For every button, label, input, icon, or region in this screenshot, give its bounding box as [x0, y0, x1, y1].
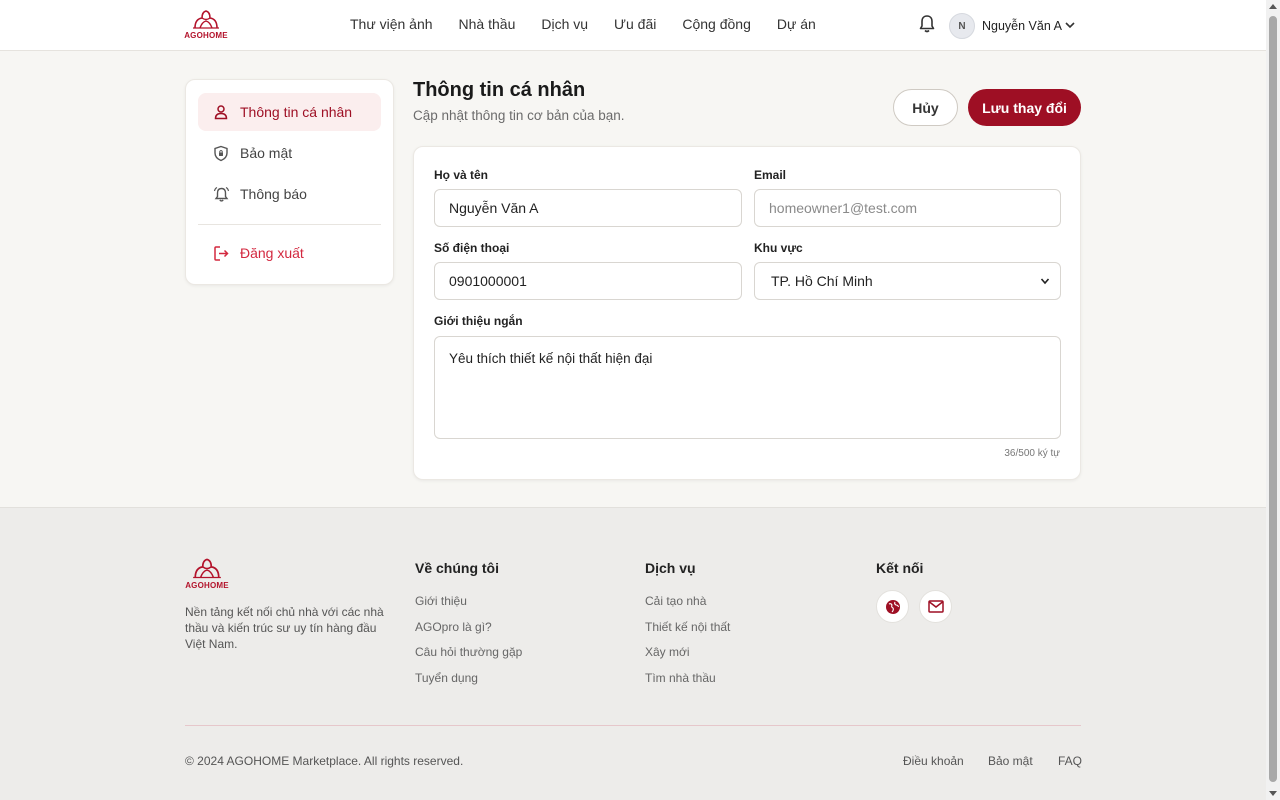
bell-icon [212, 185, 230, 203]
sidebar-item-security[interactable]: Bảo mật [198, 134, 381, 172]
footer-connect-title: Kết nối [876, 560, 924, 576]
chevron-down-icon [1040, 278, 1050, 285]
nav-item-contractors[interactable]: Nhà thầu [459, 16, 516, 32]
footer-link-find-contractor[interactable]: Tìm nhà thầu [645, 671, 716, 685]
sidebar-item-label: Thông báo [240, 186, 307, 202]
notification-bell-icon[interactable] [918, 14, 936, 34]
globe-icon [885, 599, 900, 614]
nav-item-community[interactable]: Cộng đồng [682, 16, 751, 32]
brand-logo[interactable]: AGOHOME [184, 10, 228, 42]
nav-item-deals[interactable]: Ưu đãi [614, 16, 656, 32]
sidebar-item-logout[interactable]: Đăng xuất [198, 234, 381, 272]
footer-brand-name: AGOHOME [185, 581, 229, 590]
footer-link-interior[interactable]: Thiết kế nội thất [645, 620, 730, 634]
scrollbar-thumb[interactable] [1269, 16, 1277, 782]
user-icon [212, 103, 230, 121]
page-subtitle: Cập nhật thông tin cơ bản của bạn. [413, 108, 625, 123]
footer-services-title: Dịch vụ [645, 560, 696, 576]
scroll-down-icon[interactable] [1269, 791, 1277, 796]
sidebar-divider [198, 224, 381, 225]
user-name[interactable]: Nguyễn Văn A [982, 19, 1062, 33]
shield-icon [212, 144, 230, 162]
bio-char-counter: 36/500 ký tự [1004, 448, 1060, 459]
nav-item-projects[interactable]: Dự án [777, 16, 816, 32]
page-title: Thông tin cá nhân [413, 79, 586, 101]
footer-description: Nền tảng kết nối chủ nhà với các nhà thầ… [185, 605, 384, 651]
site-footer: AGOHOME Nền tảng kết nối chủ nhà với các… [0, 507, 1266, 800]
main-nav: Thư viện ảnh Nhà thầu Dịch vụ Ưu đãi Cộn… [350, 16, 842, 32]
save-button[interactable]: Lưu thay đổi [968, 89, 1081, 126]
sidebar-item-profile[interactable]: Thông tin cá nhân [198, 93, 381, 131]
chevron-down-icon[interactable] [1064, 19, 1076, 31]
top-header: AGOHOME Thư viện ảnh Nhà thầu Dịch vụ Ưu… [0, 0, 1266, 51]
nav-item-gallery[interactable]: Thư viện ảnh [350, 16, 433, 32]
cancel-button[interactable]: Hủy [893, 89, 958, 126]
footer-about-title: Về chúng tôi [415, 560, 499, 576]
phone-input[interactable]: 0901000001 [434, 262, 742, 300]
region-label: Khu vực [754, 241, 803, 255]
bio-label: Giới thiệu ngắn [434, 314, 523, 328]
footer-link-faq-bottom[interactable]: FAQ [1058, 754, 1082, 768]
region-selected-value: TP. Hồ Chí Minh [771, 273, 873, 289]
page: AGOHOME Thư viện ảnh Nhà thầu Dịch vụ Ưu… [0, 0, 1266, 800]
footer-link-faq[interactable]: Câu hỏi thường gặp [415, 645, 522, 659]
email-contact-button[interactable] [919, 590, 952, 623]
footer-logo[interactable]: AGOHOME [185, 558, 229, 592]
agohome-logo-icon [193, 10, 219, 29]
footer-divider [185, 725, 1081, 726]
region-select[interactable]: TP. Hồ Chí Minh [754, 262, 1061, 300]
fullname-label: Họ và tên [434, 168, 489, 182]
footer-link-careers[interactable]: Tuyển dụng [415, 671, 478, 685]
footer-link-privacy[interactable]: Bảo mật [988, 754, 1033, 768]
email-label: Email [754, 168, 787, 182]
footer-link-new-build[interactable]: Xây mới [645, 645, 690, 659]
mail-icon [927, 600, 944, 613]
footer-link-terms[interactable]: Điều khoản [903, 754, 964, 768]
user-avatar[interactable]: N [949, 13, 975, 39]
sidebar-item-label: Đăng xuất [240, 245, 304, 261]
website-button[interactable] [876, 590, 909, 623]
copyright-text: © 2024 AGOHOME Marketplace. All rights r… [185, 754, 464, 768]
scroll-up-icon[interactable] [1269, 4, 1277, 9]
footer-link-agopro[interactable]: AGOpro là gì? [415, 620, 492, 634]
footer-link-renovation[interactable]: Cải tạo nhà [645, 594, 706, 608]
logout-icon [212, 244, 230, 262]
sidebar-item-label: Thông tin cá nhân [240, 104, 353, 120]
sidebar-item-notifications[interactable]: Thông báo [198, 175, 381, 213]
brand-name: AGOHOME [184, 31, 228, 40]
footer-link-intro[interactable]: Giới thiệu [415, 594, 467, 608]
agohome-logo-icon [193, 558, 221, 579]
bio-textarea[interactable]: Yêu thích thiết kế nội thất hiện đại [434, 336, 1061, 439]
fullname-input[interactable]: Nguyễn Văn A [434, 189, 742, 227]
phone-label: Số điện thoại [434, 241, 510, 255]
sidebar-item-label: Bảo mật [240, 145, 293, 161]
settings-sidebar: Thông tin cá nhân Bảo mật Thông báo Đăng… [185, 79, 394, 285]
nav-item-services[interactable]: Dịch vụ [541, 16, 588, 32]
email-input[interactable]: homeowner1@test.com [754, 189, 1061, 227]
vertical-scrollbar[interactable] [1266, 0, 1280, 800]
profile-form-card: Họ và tên Nguyễn Văn A Email homeowner1@… [413, 146, 1081, 480]
